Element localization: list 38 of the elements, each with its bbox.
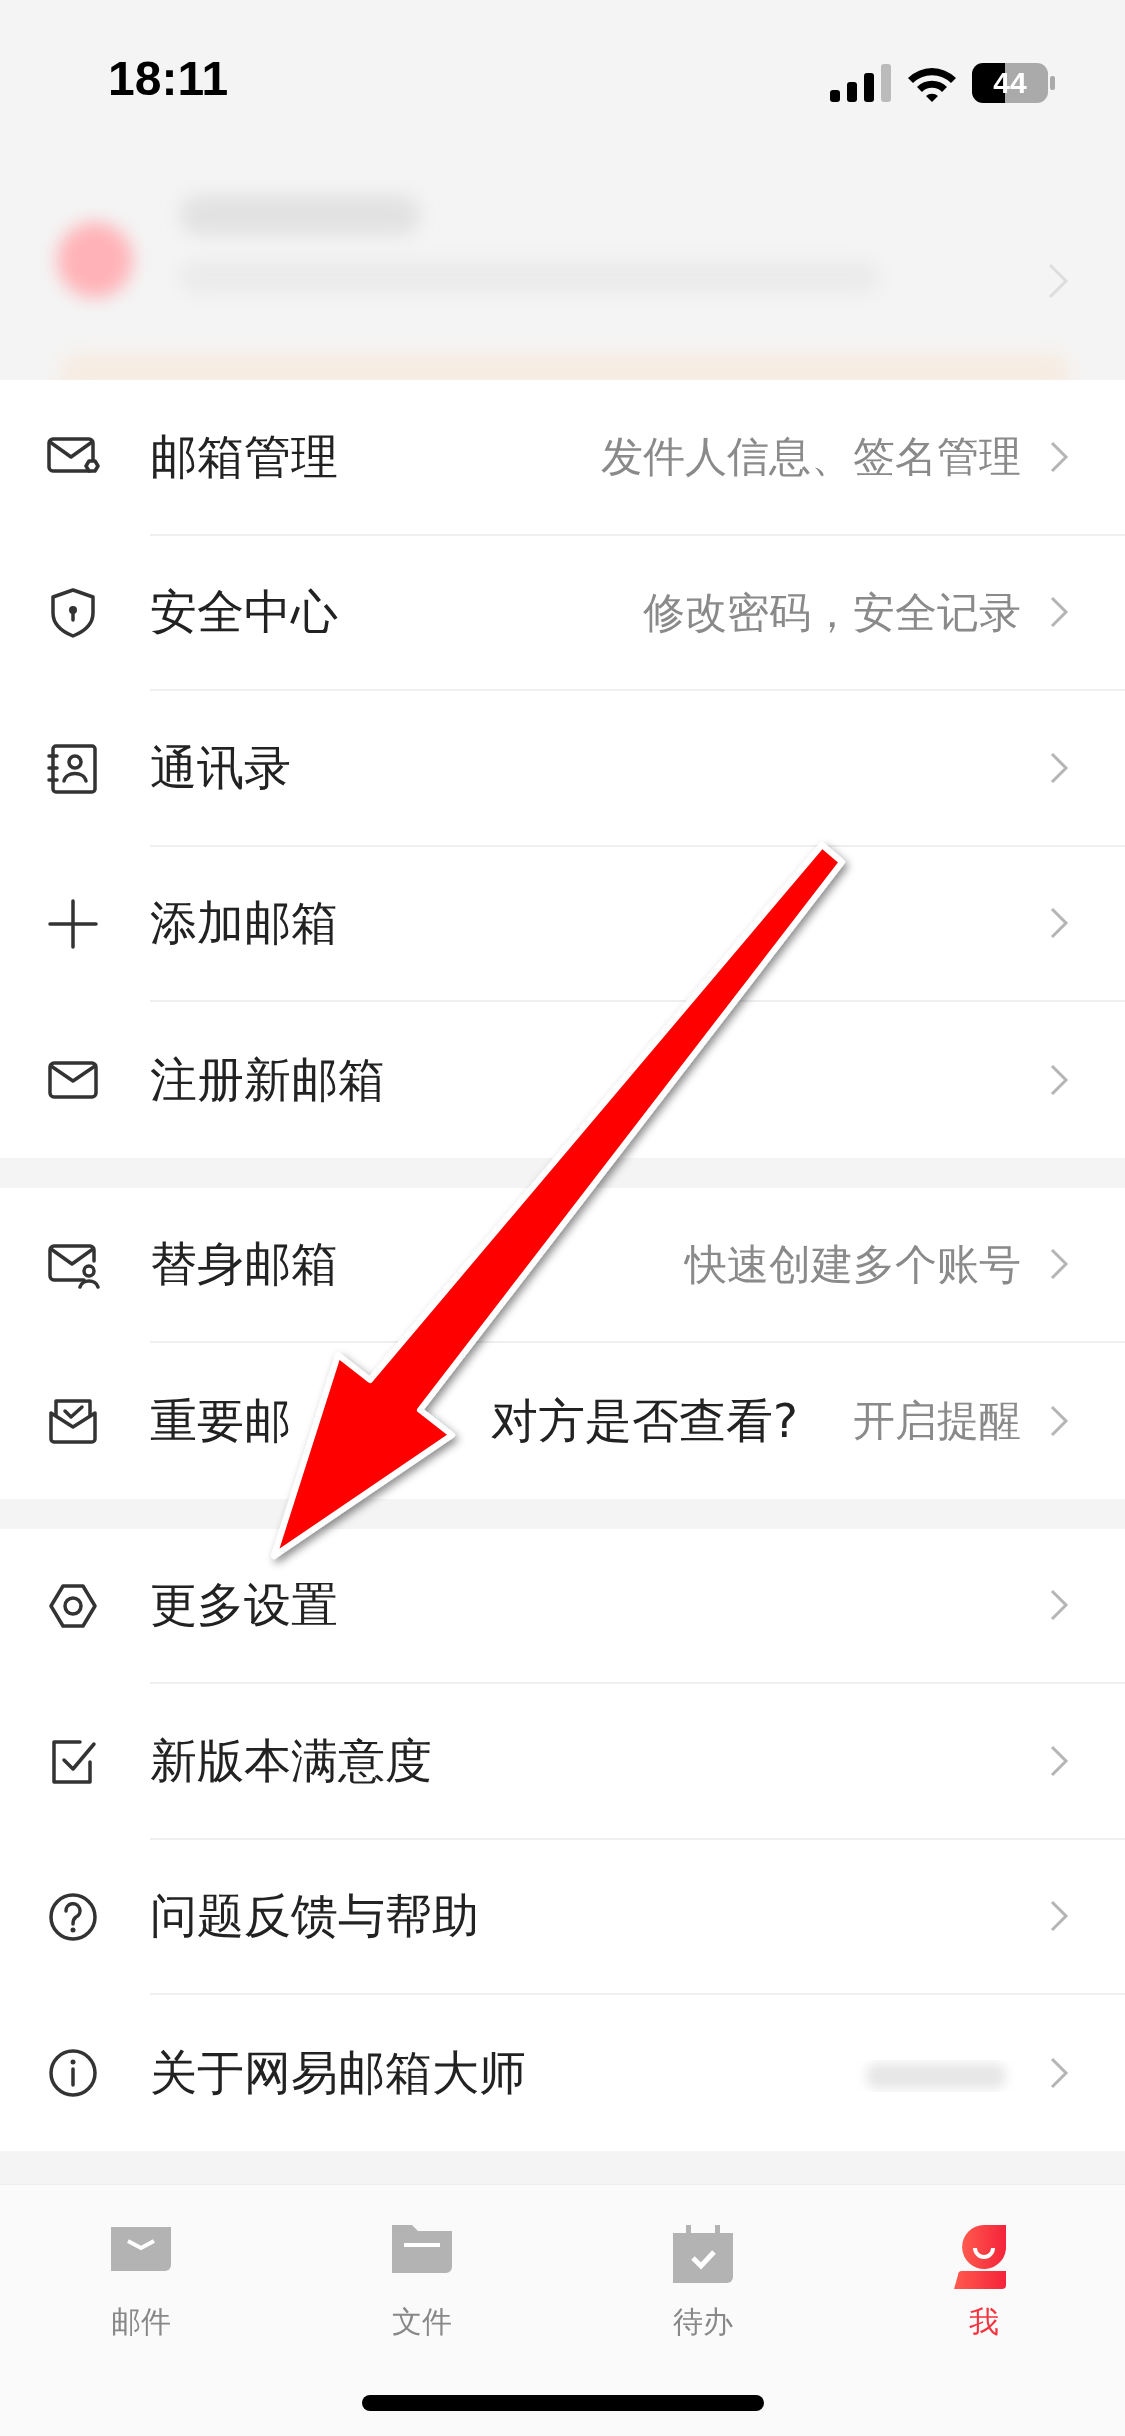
row-label: 关于网易邮箱大师 [150, 2043, 526, 2102]
row-detail: 开启提醒 [853, 1395, 1021, 1448]
settings-row[interactable]: 邮箱管理 发件人信息、签名管理 [0, 380, 1125, 536]
settings-row[interactable]: 重要邮 对方是否查看? 开启提醒 [0, 1343, 1125, 1499]
chevron-icon [1049, 1062, 1069, 1097]
chevron-icon [1049, 595, 1069, 630]
row-detail: 快速创建多个账号 [685, 1238, 1021, 1291]
tab-button[interactable]: 我 [843, 2225, 1125, 2344]
status-time: 18:11 [108, 55, 229, 103]
chevron-icon [1049, 906, 1069, 941]
row-label: 替身邮箱 [150, 1235, 338, 1293]
settings-row[interactable]: 新版本满意度 [0, 1684, 1125, 1840]
row-label: 安全中心 [150, 583, 338, 641]
settings-row[interactable]: 通讯录 [0, 691, 1125, 847]
chevron-icon [1049, 1403, 1069, 1438]
settings-row[interactable]: 注册新邮箱 [0, 1002, 1125, 1158]
row-label: 通讯录 [150, 738, 291, 797]
chevron-icon [1049, 1743, 1069, 1778]
chevron-icon [1049, 1899, 1069, 1934]
row-detail: 发件人信息、签名管理 [601, 431, 1021, 484]
chevron-icon [1049, 2055, 1069, 2090]
row-label: 更多设置 [150, 1576, 338, 1634]
row-label: 添加邮箱 [150, 894, 338, 952]
settings-row[interactable]: 安全中心 修改密码，安全记录 [0, 535, 1125, 691]
row-label: 问题反馈与帮助 [150, 1887, 479, 1945]
chevron-icon [1049, 439, 1069, 474]
row-label: 新版本满意度 [150, 1731, 432, 1790]
row-detail: 修改密码，安全记录 [643, 586, 1021, 639]
chevron-icon [1049, 1247, 1069, 1282]
chevron-icon [1049, 1588, 1069, 1623]
settings-row[interactable]: 问题反馈与帮助 [0, 1839, 1125, 1995]
signal-icon [830, 64, 892, 102]
row-label: 重要邮 [150, 1391, 291, 1450]
row-label: 邮箱管理 [150, 427, 338, 486]
row-label: 对方是否查看? [491, 1391, 798, 1450]
chevron-icon [1049, 750, 1069, 785]
settings-row[interactable]: 关于网易邮箱大师 [0, 1995, 1125, 2151]
row-label: 注册新邮箱 [150, 1050, 385, 1109]
